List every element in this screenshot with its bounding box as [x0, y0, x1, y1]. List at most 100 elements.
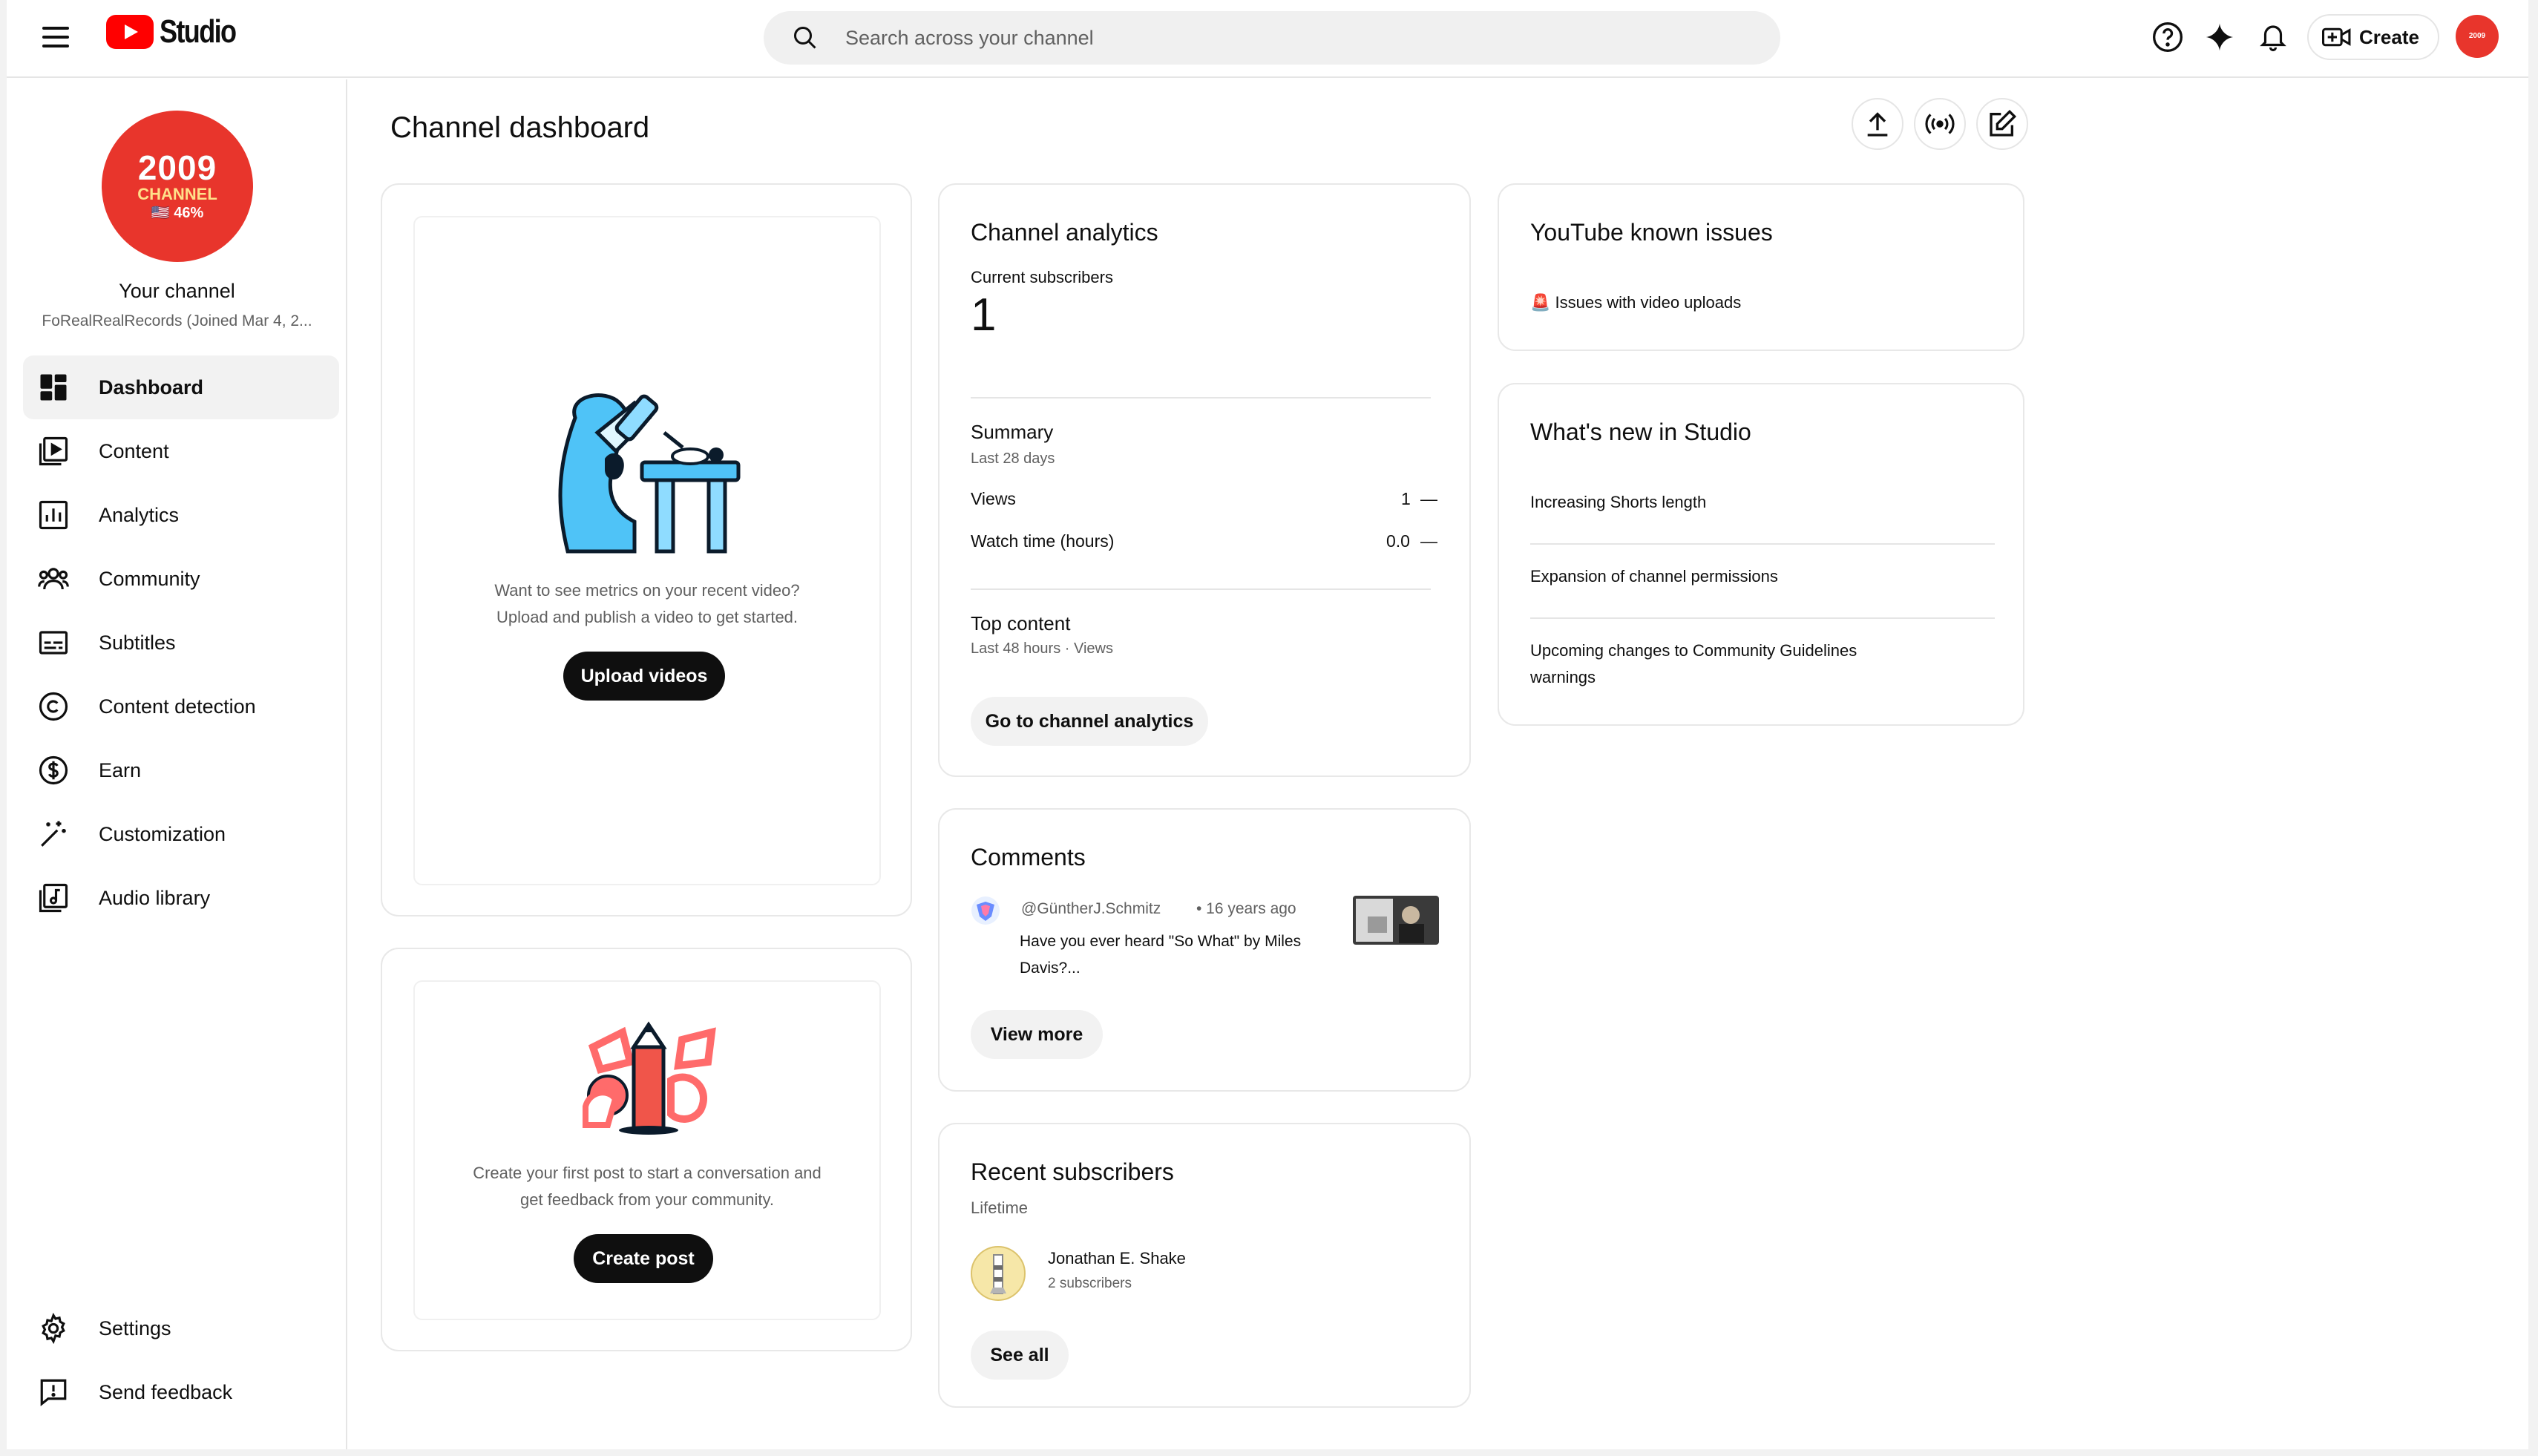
go-to-analytics-button[interactable]: Go to channel analytics [971, 697, 1208, 746]
views-label: Views [971, 489, 1016, 508]
sidebar-item-label: Customization [99, 822, 226, 845]
known-issues-card: YouTube known issues 🚨 Issues with video… [1498, 183, 2024, 351]
subs-value: 1 [971, 289, 997, 341]
view-more-button[interactable]: View more [971, 1010, 1103, 1059]
sidebar-item-label: Send feedback [99, 1380, 233, 1403]
channel-avatar-line1: 2009 [137, 148, 217, 187]
sidebar-item-content[interactable]: Content [23, 419, 339, 483]
sidebar-item-content-detection[interactable]: Content detection [23, 675, 339, 738]
create-post-button[interactable]: Create post [574, 1234, 713, 1283]
sidebar-item-settings[interactable]: Settings [23, 1296, 339, 1360]
comment-text-line1: Have you ever heard "So What" by Miles [1020, 933, 1302, 950]
channel-avatar[interactable]: 2009 CHANNEL 🇺🇸 46% [102, 111, 253, 262]
create-button[interactable]: Create [2307, 14, 2439, 60]
whats-new-card: What's new in Studio Increasing Shorts l… [1498, 383, 2024, 726]
page-title: Channel dashboard [390, 111, 650, 144]
known-issues-title: YouTube known issues [1530, 219, 1773, 246]
community-icon [38, 568, 69, 590]
whats-new-item[interactable]: Increasing Shorts length [1530, 493, 1706, 512]
views-trend: — [1420, 489, 1437, 508]
sparkle-icon[interactable] [2200, 18, 2239, 56]
sidebar-item-label: Dashboard [99, 376, 204, 399]
divider [1530, 543, 1995, 545]
comments-title: Comments [971, 844, 1086, 870]
magic-wand-icon [41, 821, 66, 847]
sidebar-item-send-feedback[interactable]: Send feedback [23, 1360, 339, 1424]
sidebar-item-analytics[interactable]: Analytics [23, 483, 339, 547]
pencil-illustration [583, 1021, 716, 1135]
whats-new-item[interactable]: Upcoming changes to Community Guidelines [1530, 641, 1857, 660]
copyright-icon [39, 692, 68, 721]
sidebar-bottom-nav: Settings Send feedback [23, 1296, 339, 1424]
sidebar-item-label: Audio library [99, 886, 211, 909]
whats-new-item-continued[interactable]: warnings [1530, 668, 1596, 687]
watch-time-trend: — [1420, 531, 1437, 551]
whats-new-item[interactable]: Expansion of channel permissions [1530, 567, 1778, 586]
sidebar-item-label: Content [99, 439, 169, 462]
youtube-logo-icon [106, 15, 154, 49]
video-thumbnail[interactable] [1353, 896, 1439, 945]
studio-app: Studio Create 2009 2009 CHANNEL 🇺🇸 46% Y… [7, 0, 2528, 1449]
search-input[interactable] [845, 11, 1736, 65]
sidebar-item-label: Settings [99, 1316, 171, 1339]
notifications-bell-icon[interactable] [2254, 18, 2292, 56]
sidebar-nav: Dashboard Content Analytics Community Su… [23, 355, 339, 930]
create-video-icon [2322, 27, 2351, 47]
channel-subtitle: FoRealRealRecords (Joined Mar 4, 2... [42, 312, 312, 329]
sidebar-item-label: Earn [99, 758, 142, 781]
menu-icon[interactable] [39, 22, 72, 52]
subs-label: Current subscribers [971, 268, 1113, 286]
subscriber-name[interactable]: Jonathan E. Shake [1048, 1249, 1186, 1268]
upload-text-line2: Upload and publish a video to get starte… [496, 608, 799, 626]
go-live-icon[interactable] [1914, 98, 1966, 150]
gear-icon [42, 1313, 65, 1344]
upload-videos-button[interactable]: Upload videos [563, 652, 725, 701]
subscriber-count: 2 subscribers [1048, 1276, 1132, 1291]
see-all-button[interactable]: See all [971, 1331, 1069, 1380]
search-icon[interactable] [792, 24, 819, 51]
divider [971, 588, 1431, 590]
logo-text: Studio [160, 13, 237, 50]
watch-time-value: 0.0 [1386, 531, 1410, 551]
sidebar-item-audio-library[interactable]: Audio library [23, 866, 339, 930]
channel-avatar-line3: 🇺🇸 46% [151, 205, 204, 222]
sidebar-item-dashboard[interactable]: Dashboard [23, 355, 339, 419]
top-content-period: Last 48 hours · Views [971, 640, 1113, 657]
upload-icon[interactable] [1852, 98, 1904, 150]
top-content-title: Top content [971, 612, 1071, 634]
upload-card-inner: Want to see metrics on your recent video… [413, 216, 881, 885]
studio-logo[interactable]: Studio [106, 13, 252, 50]
help-icon[interactable] [2148, 18, 2187, 56]
summary-title: Summary [971, 421, 1054, 443]
microscope-illustration [558, 393, 741, 554]
recent-subs-title: Recent subscribers [971, 1158, 1174, 1185]
channel-analytics-card: Channel analytics Current subscribers 1 … [938, 183, 1471, 777]
subtitles-icon [39, 631, 68, 655]
create-post-card: Create your first post to start a conver… [381, 948, 912, 1351]
recent-subs-period: Lifetime [971, 1198, 1029, 1217]
search-bar [764, 11, 1780, 65]
watch-time-label: Watch time (hours) [971, 531, 1115, 551]
dashboard-icon [40, 374, 67, 401]
divider [971, 397, 1431, 399]
known-issue-item[interactable]: 🚨 Issues with video uploads [1530, 293, 1741, 312]
sidebar: 2009 CHANNEL 🇺🇸 46% Your channel FoRealR… [7, 79, 347, 1449]
create-post-icon[interactable] [1976, 98, 2028, 150]
sidebar-item-label: Content detection [99, 695, 256, 718]
divider [1530, 617, 1995, 619]
sidebar-item-label: Subtitles [99, 631, 176, 654]
upload-card: Want to see metrics on your recent video… [381, 183, 912, 916]
siren-icon: 🚨 [1530, 293, 1551, 312]
subscriber-avatar[interactable] [971, 1246, 1026, 1301]
create-post-card-inner: Create your first post to start a conver… [413, 980, 881, 1320]
dollar-icon [39, 755, 68, 785]
sidebar-item-customization[interactable]: Customization [23, 802, 339, 866]
account-avatar[interactable]: 2009 [2456, 15, 2499, 58]
comment-text-line2: Davis?... [1020, 960, 1081, 977]
sidebar-item-earn[interactable]: Earn [23, 738, 339, 802]
comment-author[interactable]: @GüntherJ.Schmitz [1021, 900, 1161, 918]
sidebar-item-community[interactable]: Community [23, 547, 339, 611]
commenter-avatar[interactable] [971, 896, 1000, 925]
post-text-line1: Create your first post to start a conver… [473, 1164, 822, 1182]
sidebar-item-subtitles[interactable]: Subtitles [23, 611, 339, 675]
